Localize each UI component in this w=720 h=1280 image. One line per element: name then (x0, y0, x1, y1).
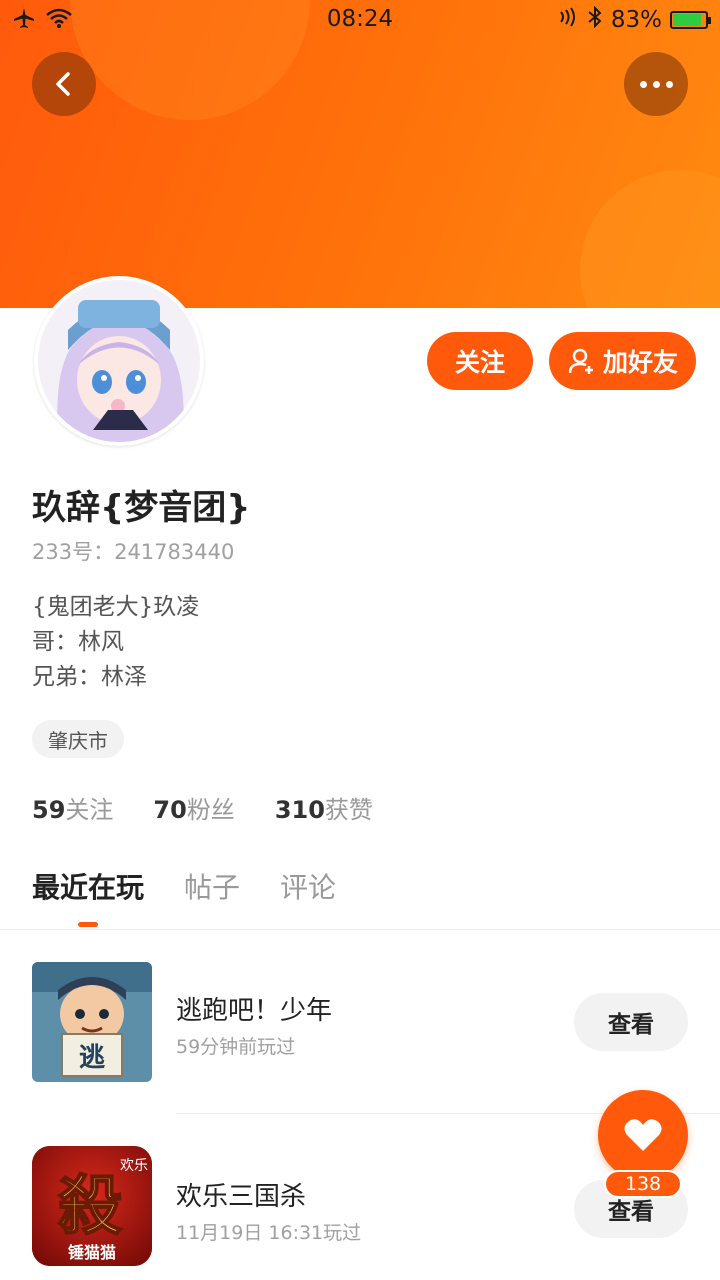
view-button[interactable]: 查看 (574, 993, 688, 1051)
avatar-image (38, 280, 200, 442)
tab-recently-played[interactable]: 最近在玩 (32, 866, 144, 927)
bio-line: 兄弟：林泽 (32, 664, 147, 690)
stat-fans[interactable]: 70粉丝 (153, 790, 234, 825)
game-name: 欢乐三国杀 (176, 1182, 307, 1212)
tab-posts[interactable]: 帖子 (184, 866, 240, 906)
game-name: 逃跑吧！少年 (176, 996, 333, 1026)
status-bar: 08:24 83% (0, 0, 720, 38)
follow-button[interactable]: 关注 (427, 332, 533, 390)
game-icon-text: 逃 (79, 1043, 105, 1073)
stat-likes: 310获赞 (275, 790, 373, 825)
game-icon-text: 殺 (58, 1170, 122, 1244)
tab-comments[interactable]: 评论 (280, 866, 336, 906)
battery-percent: 83% (610, 7, 662, 33)
game-thumbnail: 殺 欢乐 锤猫猫 (32, 1146, 152, 1266)
fans-label: 粉丝 (186, 796, 235, 824)
city-tag: 肇庆市 (32, 720, 124, 758)
like-button[interactable] (598, 1090, 688, 1180)
add-friend-button[interactable]: 加好友 (549, 332, 696, 390)
header-decoration (580, 170, 720, 308)
following-count: 59 (32, 796, 66, 824)
game-played-time: 59分钟前玩过 (176, 1036, 296, 1058)
avatar[interactable] (34, 276, 204, 446)
nfc-icon (557, 6, 579, 34)
bio-line: {鬼团老大}玖凌 (32, 594, 200, 620)
bio: {鬼团老大}玖凌 哥：林风 兄弟：林泽 (32, 590, 199, 695)
fans-count: 70 (153, 796, 187, 824)
more-dots-icon (639, 80, 673, 88)
game-thumbnail: 逃 (32, 962, 152, 1082)
follow-label: 关注 (454, 348, 505, 377)
divider (0, 929, 720, 930)
stat-following[interactable]: 59关注 (32, 790, 113, 825)
bio-line: 哥：林风 (32, 629, 124, 655)
game-icon-corner: 欢乐 (120, 1158, 148, 1174)
add-user-icon (568, 348, 593, 374)
battery-icon (670, 11, 711, 29)
likes-count: 310 (274, 796, 325, 824)
bluetooth-icon (587, 5, 603, 34)
list-item[interactable]: 逃 逃跑吧！少年 59分钟前玩过 查看 (0, 962, 720, 1112)
user-id: 233号：241783440 (32, 540, 235, 564)
profile-header-background (0, 0, 720, 308)
following-label: 关注 (65, 796, 114, 824)
heart-icon (624, 1119, 662, 1151)
like-count-badge: 138 (604, 1170, 682, 1198)
game-played-time: 11月19日 16:31玩过 (176, 1222, 362, 1244)
likes-label: 获赞 (324, 796, 373, 824)
more-button[interactable] (624, 52, 688, 116)
chevron-left-icon (56, 72, 70, 96)
game-icon-subtitle: 锤猫猫 (68, 1243, 116, 1262)
profile-tabs: 最近在玩 帖子 评论 (32, 866, 336, 927)
username: 玖辞{梦音团} (32, 488, 251, 528)
profile-stats: 59关注 70粉丝 310获赞 (32, 790, 373, 825)
back-button[interactable] (32, 52, 96, 116)
add-friend-label: 加好友 (602, 348, 678, 377)
